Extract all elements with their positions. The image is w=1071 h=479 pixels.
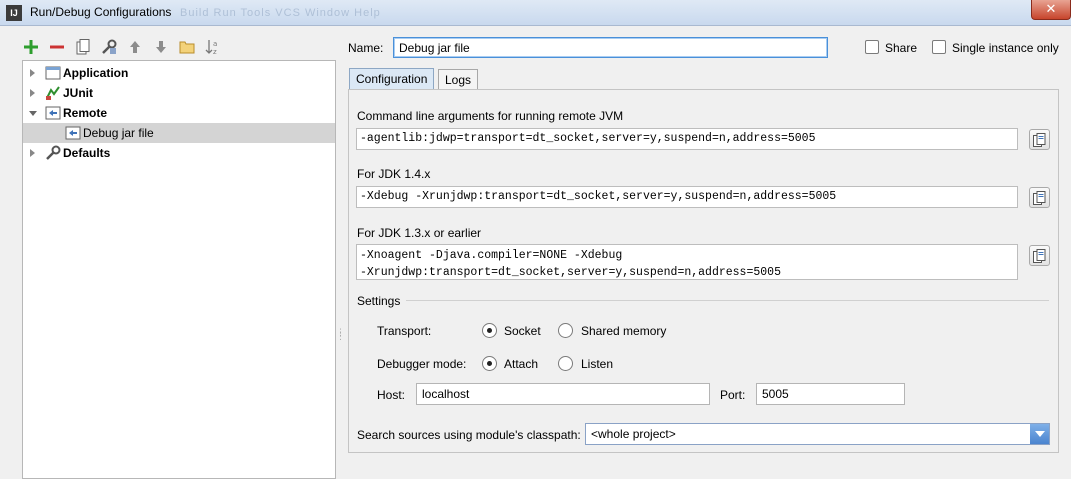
window-title: Run/Debug Configurations: [30, 5, 172, 19]
tree-item-label: Debug jar file: [83, 126, 154, 140]
debugger-listen-radio[interactable]: [558, 356, 573, 371]
single-instance-label: Single instance only: [952, 41, 1059, 55]
cmd-args-label: Command line arguments for running remot…: [357, 109, 624, 123]
tree-item-label: Defaults: [63, 146, 111, 160]
edit-defaults-icon[interactable]: [100, 39, 117, 56]
copy-cmd-args-button[interactable]: [1029, 129, 1050, 150]
remove-icon[interactable]: [48, 39, 65, 56]
transport-shared-memory-radio[interactable]: [558, 323, 573, 338]
port-label: Port:: [720, 388, 746, 402]
jdk13-field[interactable]: -Xnoagent -Djava.compiler=NONE -Xdebug -…: [356, 244, 1018, 280]
tree-item-application[interactable]: Application: [23, 63, 335, 83]
expand-arrow-icon[interactable]: [27, 87, 39, 99]
name-input[interactable]: [393, 37, 828, 58]
svg-text:a: a: [213, 40, 217, 48]
dropdown-button[interactable]: [1030, 424, 1049, 444]
application-icon: [45, 65, 61, 81]
tree-item-defaults[interactable]: Defaults: [23, 143, 335, 163]
jdk14-label: For JDK 1.4.x: [357, 167, 431, 181]
remote-icon: [45, 105, 61, 121]
remote-config-icon: [65, 125, 81, 141]
transport-label: Transport:: [377, 324, 432, 338]
expand-arrow-icon[interactable]: [27, 147, 39, 159]
junit-icon: [45, 85, 61, 101]
transport-socket-label: Socket: [504, 324, 541, 338]
splitter-handle[interactable]: ⋮ ⋮: [336, 328, 345, 341]
tree-item-debug-jar-file[interactable]: Debug jar file: [23, 123, 335, 143]
copy-icon[interactable]: [74, 39, 91, 56]
settings-separator: [406, 300, 1049, 301]
add-icon[interactable]: [22, 39, 39, 56]
app-icon: IJ: [6, 5, 22, 21]
tab-configuration[interactable]: Configuration: [349, 68, 435, 90]
jdk13-line-2: -Xrunjdwp:transport=dt_socket,server=y,s…: [360, 266, 781, 279]
jdk14-field[interactable]: -Xdebug -Xrunjdwp:transport=dt_socket,se…: [356, 186, 1018, 208]
settings-label: Settings: [357, 294, 401, 308]
chevron-down-icon: [1034, 431, 1045, 437]
tree-item-label: Application: [63, 66, 129, 80]
expand-arrow-icon[interactable]: [27, 67, 39, 79]
share-label: Share: [885, 41, 918, 55]
config-toolbar: az: [22, 36, 221, 58]
copy-icon: [1033, 132, 1046, 147]
transport-shared-memory-label: Shared memory: [581, 324, 667, 338]
defaults-wrench-icon: [45, 145, 61, 161]
copy-icon: [1033, 248, 1046, 263]
cmd-args-field[interactable]: -agentlib:jdwp=transport=dt_socket,serve…: [356, 128, 1018, 150]
host-input[interactable]: [416, 383, 710, 405]
svg-text:z: z: [213, 48, 217, 55]
port-input[interactable]: [756, 383, 905, 405]
copy-jdk14-button[interactable]: [1029, 187, 1050, 208]
debugger-listen-label: Listen: [581, 357, 614, 371]
jdk13-line-1: -Xnoagent -Djava.compiler=NONE -Xdebug: [360, 249, 623, 262]
tree-item-remote[interactable]: Remote: [23, 103, 335, 123]
host-label: Host:: [377, 388, 406, 402]
jdk13-label: For JDK 1.3.x or earlier: [357, 226, 482, 240]
background-menu-ghost: Build Run Tools VCS Window Help: [180, 7, 381, 19]
classpath-selected-value: <whole project>: [591, 427, 676, 441]
sort-icon[interactable]: az: [204, 39, 221, 56]
folder-icon[interactable]: [178, 39, 195, 56]
share-checkbox[interactable]: [865, 40, 879, 54]
debugger-mode-label: Debugger mode:: [377, 357, 467, 371]
collapse-arrow-icon[interactable]: [27, 107, 39, 119]
tree-item-junit[interactable]: JUnit: [23, 83, 335, 103]
debugger-attach-radio[interactable]: [482, 356, 497, 371]
copy-icon: [1033, 190, 1046, 205]
title-bar: IJ Run/Debug Configurations Build Run To…: [0, 0, 1071, 26]
debugger-attach-label: Attach: [504, 357, 539, 371]
tree-item-label: Remote: [63, 106, 108, 120]
tab-logs[interactable]: Logs: [438, 69, 479, 91]
copy-jdk13-button[interactable]: [1029, 245, 1050, 266]
classpath-select[interactable]: <whole project>: [585, 423, 1050, 445]
close-button[interactable]: ✕: [1031, 0, 1071, 20]
move-down-icon[interactable]: [152, 39, 169, 56]
classpath-label: Search sources using module's classpath:: [357, 428, 581, 442]
configuration-tree[interactable]: Application JUnit Remote Debug jar file …: [22, 60, 336, 479]
single-instance-checkbox[interactable]: [932, 40, 946, 54]
tree-item-label: JUnit: [63, 86, 93, 100]
name-label: Name:: [348, 41, 384, 55]
transport-socket-radio[interactable]: [482, 323, 497, 338]
move-up-icon[interactable]: [126, 39, 143, 56]
